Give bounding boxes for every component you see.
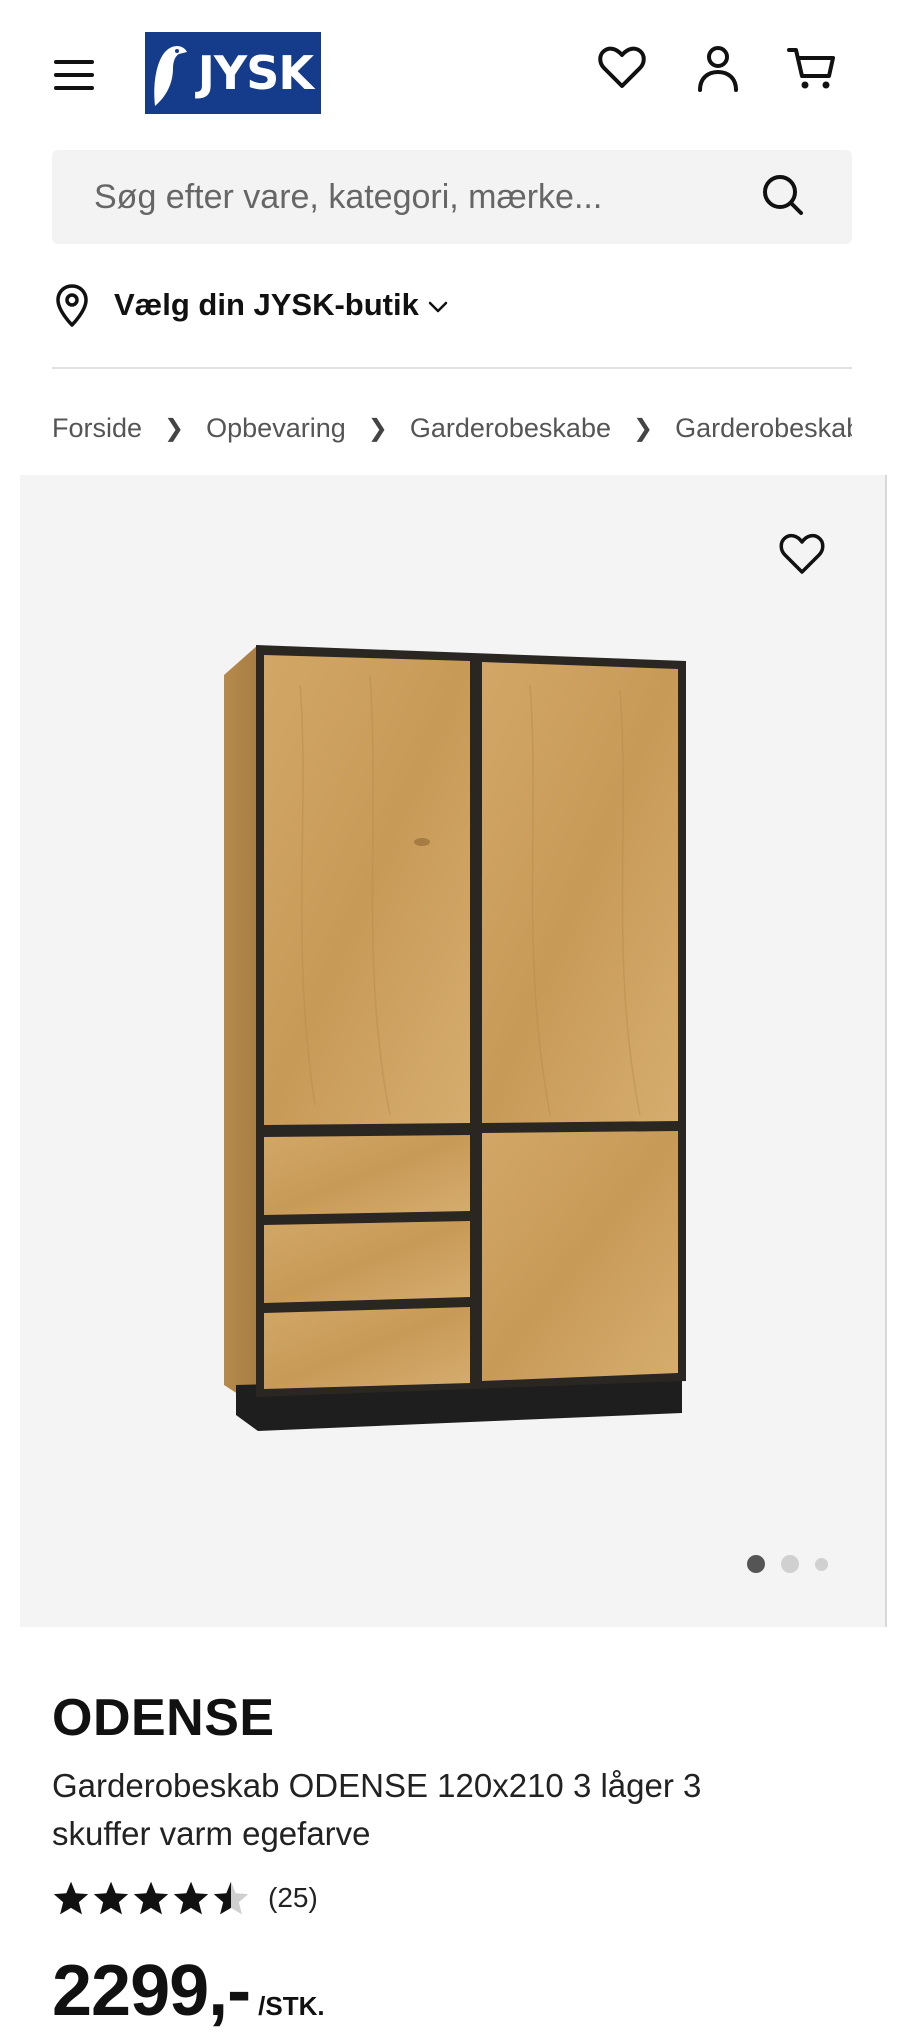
jysk-logo[interactable]: JYSK xyxy=(145,32,321,114)
breadcrumb: Forside ❯ Opbevaring ❯ Garderobeskabe ❯ … xyxy=(52,408,852,448)
menu-icon-bar xyxy=(54,86,94,90)
search-icon[interactable] xyxy=(758,170,810,222)
price-unit: /STK. xyxy=(258,1991,325,2021)
breadcrumb-item[interactable]: Garderobeskabe xyxy=(410,413,611,444)
chevron-right-icon: ❯ xyxy=(632,414,654,442)
store-selector[interactable]: Vælg din JYSK-butik xyxy=(52,280,449,330)
chevron-right-icon: ❯ xyxy=(367,414,388,442)
location-pin-icon xyxy=(56,284,88,327)
chevron-right-icon: ❯ xyxy=(164,414,185,442)
product-title: Garderobeskab ODENSE 120x210 3 låger 3 s… xyxy=(52,1767,702,1852)
breadcrumb-item[interactable]: Garderobeskab ODENSE xyxy=(675,413,852,444)
price-amount: 2299,- xyxy=(52,1951,251,2031)
gallery-dot[interactable] xyxy=(781,1555,799,1573)
store-selector-label: Vælg din JYSK-butik xyxy=(114,287,419,322)
user-icon xyxy=(698,46,738,92)
logo-text: JYSK xyxy=(197,46,314,100)
star-icon xyxy=(93,1881,129,1915)
add-to-wishlist-heart-icon[interactable] xyxy=(777,530,827,580)
wishlist-button[interactable] xyxy=(596,42,648,94)
menu-icon-bar xyxy=(54,73,94,77)
account-button[interactable] xyxy=(692,42,744,94)
breadcrumb-item[interactable]: Forside xyxy=(52,413,142,444)
product-price: 2299,- /STK. xyxy=(52,1950,325,2032)
gallery-next-edge xyxy=(885,475,887,1627)
cart-button[interactable] xyxy=(786,42,838,94)
product-brand: ODENSE xyxy=(52,1689,275,1747)
product-image-wardrobe xyxy=(224,645,686,1431)
star-half-icon xyxy=(213,1881,249,1915)
divider xyxy=(52,367,852,369)
rating-count: (25) xyxy=(268,1882,318,1913)
menu-icon-bar xyxy=(54,60,94,64)
chevron-down-icon xyxy=(428,301,448,313)
star-icon xyxy=(173,1881,209,1915)
breadcrumb-item[interactable]: Opbevaring xyxy=(206,413,346,444)
cart-icon xyxy=(787,48,835,89)
search-input[interactable] xyxy=(94,177,734,217)
search-bar xyxy=(52,150,852,244)
bird-icon xyxy=(154,46,187,106)
gallery-dot[interactable] xyxy=(815,1557,828,1571)
menu-button[interactable] xyxy=(54,52,100,98)
rating-stars xyxy=(52,1880,250,1916)
product-rating[interactable]: (25) xyxy=(52,1880,318,1916)
header: JYSK xyxy=(0,0,924,145)
heart-icon xyxy=(598,46,646,88)
star-icon xyxy=(133,1881,169,1915)
gallery-pagination xyxy=(747,1555,828,1573)
star-icon xyxy=(53,1881,89,1915)
gallery-dot[interactable] xyxy=(747,1555,765,1573)
